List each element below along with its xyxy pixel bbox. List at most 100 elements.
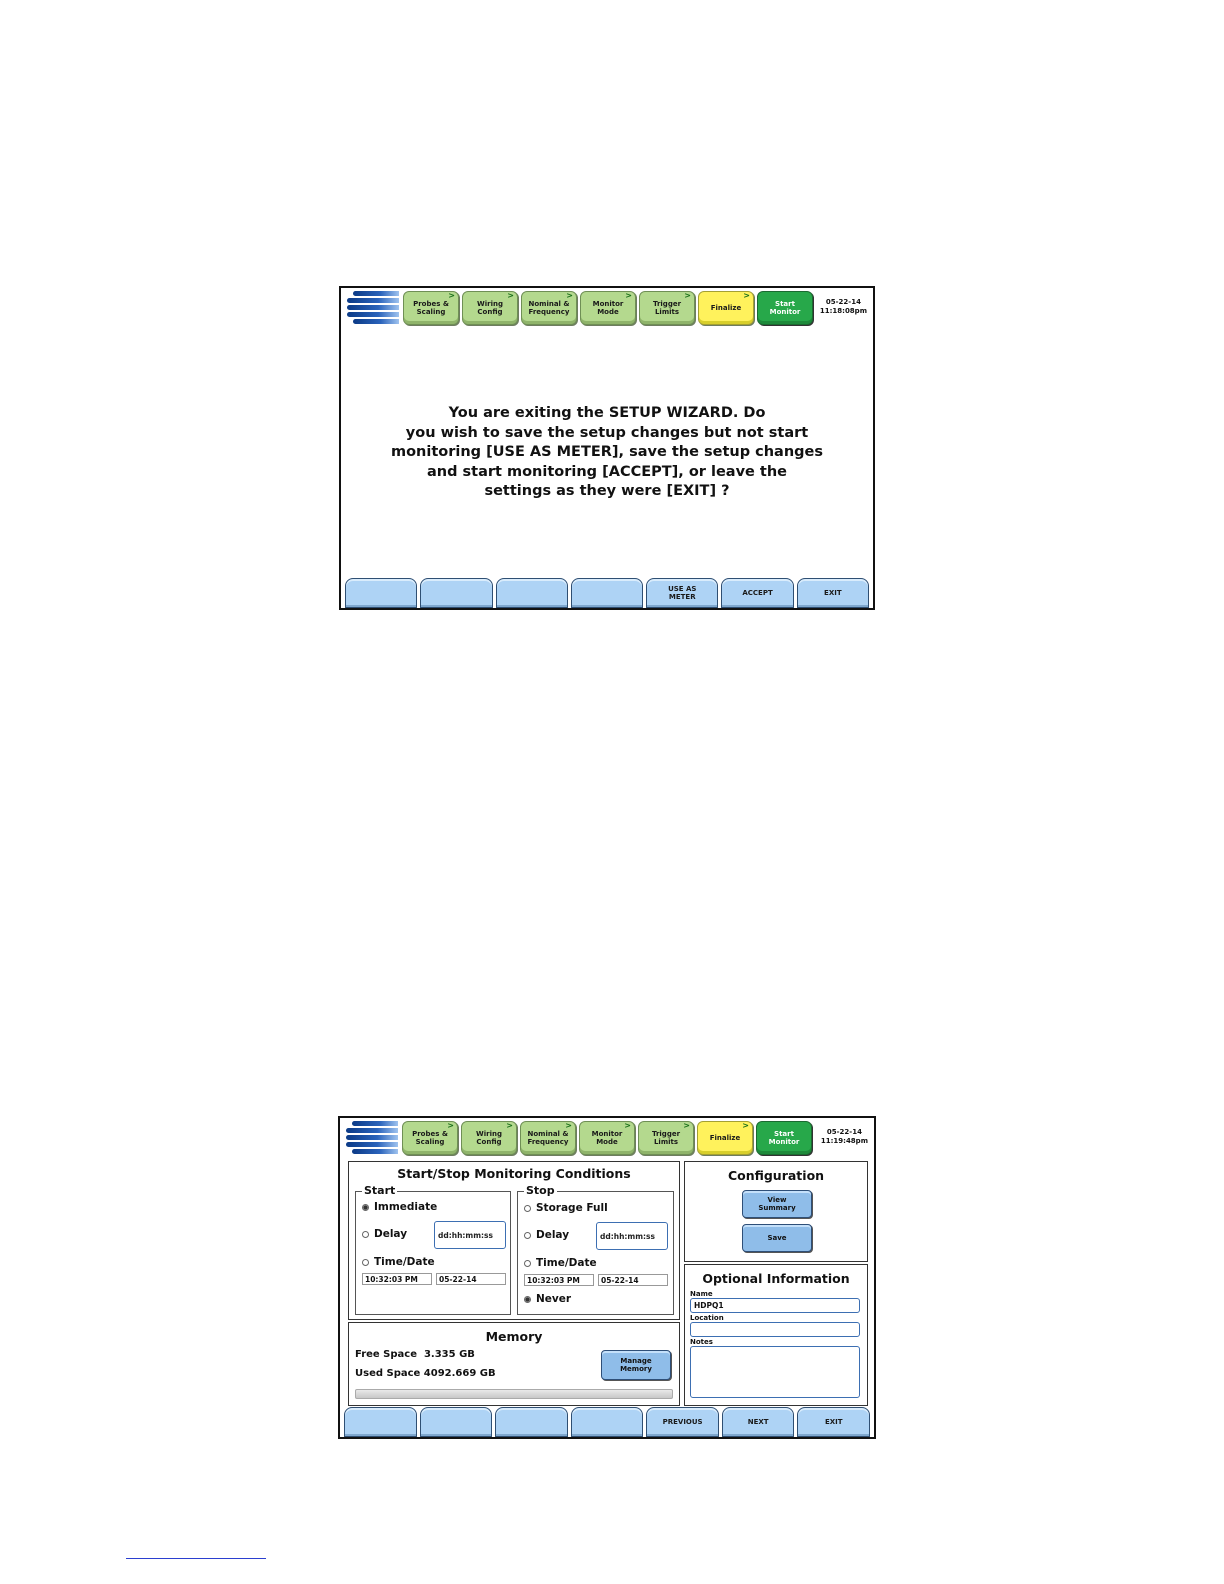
stop-never-option[interactable]: Never [524, 1293, 571, 1305]
tab-wiring-config[interactable]: > Wiring Config [461, 1121, 517, 1155]
start-time-date-option[interactable]: Time/Date [362, 1256, 435, 1268]
radio-selected-icon [362, 1203, 369, 1211]
free-space-value: 3.335 GB [423, 1349, 475, 1360]
chevron-right-icon: > [624, 1121, 631, 1130]
button-label: EXIT [824, 589, 842, 597]
tab-wiring-config[interactable]: > Wiring Config [462, 291, 518, 325]
tab-label: Wiring Config [476, 1130, 502, 1146]
stop-time-field[interactable]: 10:32:03 PM [524, 1274, 594, 1286]
exit-button[interactable]: EXIT [797, 1407, 871, 1437]
button-label: NEXT [747, 1418, 769, 1426]
tab-trigger-limits[interactable]: > Trigger Limits [638, 1121, 694, 1155]
tab-probes-scaling[interactable]: > Probes & Scaling [402, 1121, 458, 1155]
tab-label: Probes & Scaling [412, 1130, 448, 1146]
tab-monitor-mode[interactable]: > Monitor Mode [580, 291, 636, 325]
memory-usage-bar [355, 1389, 673, 1399]
chevron-right-icon: > [506, 1121, 513, 1130]
tab-label: Nominal & Frequency [527, 1130, 569, 1146]
tab-label: Monitor Mode [592, 300, 624, 316]
notes-field[interactable] [690, 1346, 860, 1398]
tab-nominal-frequency[interactable]: > Nominal & Frequency [521, 291, 577, 325]
tab-start-monitor[interactable]: Start Monitor [757, 291, 813, 325]
next-button[interactable]: NEXT [721, 1407, 795, 1437]
button-label: View Summary [758, 1196, 796, 1212]
location-label: Location [690, 1314, 724, 1322]
tab-label: Probes & Scaling [413, 300, 449, 316]
accept-button[interactable]: ACCEPT [721, 578, 794, 608]
panel-title: Memory [485, 1329, 543, 1344]
stop-delay-option[interactable]: Delay [524, 1229, 569, 1241]
date-text: 05-22-14 [826, 1128, 862, 1136]
save-button[interactable]: Save [742, 1224, 812, 1252]
chevron-right-icon: > [684, 291, 691, 300]
button-label: Save [767, 1234, 787, 1242]
field-value: 10:32:03 PM [527, 1276, 580, 1285]
tab-label: Finalize [710, 304, 742, 312]
stop-storage-full-option[interactable]: Storage Full [524, 1202, 608, 1214]
free-space-label: Free Space [355, 1349, 417, 1360]
stop-delay-input[interactable]: dd:hh:mm:ss [596, 1222, 668, 1250]
field-value: 10:32:03 PM [365, 1275, 418, 1284]
wizard-tabs: > Probes & Scaling > Wiring Config > Nomina… [402, 1121, 812, 1157]
option-label: Never [536, 1293, 572, 1305]
start-delay-input[interactable]: dd:hh:mm:ss [434, 1221, 506, 1249]
used-space-text: Used Space 4092.669 GB [355, 1368, 496, 1379]
chevron-right-icon: > [448, 291, 455, 300]
option-label: Delay [536, 1229, 570, 1241]
name-field[interactable]: HDPQ1 [690, 1298, 860, 1313]
date-time-display: 05-22-14 11:18:08pm [820, 298, 867, 316]
function-button-bar: PREVIOUS NEXT EXIT [340, 1403, 874, 1437]
function-button-2[interactable] [420, 578, 493, 608]
tab-finalize[interactable]: > Finalize [697, 1121, 753, 1155]
chevron-right-icon: > [447, 1121, 454, 1130]
input-placeholder: dd:hh:mm:ss [438, 1230, 493, 1240]
button-label: EXIT [824, 1418, 843, 1426]
exit-button[interactable]: EXIT [796, 578, 869, 608]
function-button-3[interactable] [495, 1407, 568, 1437]
previous-button[interactable]: PREVIOUS [646, 1407, 719, 1437]
panel-title: Configuration [727, 1168, 825, 1183]
stop-time-date-option[interactable]: Time/Date [524, 1257, 597, 1269]
dranetz-logo [347, 291, 399, 327]
tab-label: Finalize [709, 1134, 741, 1142]
time-text: 11:19:48pm [820, 1137, 868, 1145]
function-button-2[interactable] [419, 1407, 493, 1437]
tab-trigger-limits[interactable]: > Trigger Limits [639, 291, 695, 325]
tab-probes-scaling[interactable]: > Probes & Scaling [403, 291, 459, 325]
radio-icon [362, 1230, 369, 1238]
function-button-1[interactable] [345, 578, 418, 608]
function-button-4[interactable] [570, 1407, 644, 1437]
start-delay-option[interactable]: Delay [362, 1228, 407, 1240]
tab-finalize[interactable]: > Finalize [698, 291, 754, 325]
used-space-value: 4092.669 GB [423, 1368, 496, 1379]
tab-nominal-frequency[interactable]: > Nominal & Frequency [520, 1121, 576, 1155]
exit-wizard-message: You are exiting the SETUP WIZARD. Do you… [381, 404, 833, 502]
view-summary-button[interactable]: View Summary [742, 1190, 812, 1218]
date-text: 05-22-14 [825, 298, 861, 306]
start-immediate-option[interactable]: Immediate [362, 1201, 437, 1213]
free-space-text: Free Space 3.335 GB [355, 1349, 475, 1360]
tab-label: Start Monitor [768, 1130, 800, 1146]
manage-memory-button[interactable]: Manage Memory [601, 1350, 671, 1380]
tab-label: Nominal & Frequency [528, 300, 570, 316]
start-time-field[interactable]: 10:32:03 PM [362, 1273, 432, 1285]
finalize-screen: > Probes & Scaling > Wiring Config > Nomina… [338, 1116, 876, 1439]
radio-icon [524, 1204, 531, 1212]
radio-icon [362, 1258, 369, 1266]
chevron-right-icon: > [565, 1121, 572, 1130]
date-time-display: 05-22-14 11:19:48pm [821, 1128, 868, 1146]
button-label: Manage Memory [620, 1357, 652, 1373]
tab-start-monitor[interactable]: Start Monitor [756, 1121, 812, 1155]
message-line: monitoring [USE AS METER], save the setu… [390, 444, 824, 460]
button-label: USE AS METER [668, 585, 697, 601]
function-button-1[interactable] [344, 1407, 417, 1437]
start-date-field[interactable]: 05-22-14 [436, 1273, 506, 1285]
location-field[interactable] [690, 1322, 860, 1337]
tab-monitor-mode[interactable]: > Monitor Mode [579, 1121, 635, 1155]
use-as-meter-button[interactable]: USE AS METER [646, 578, 719, 608]
function-button-4[interactable] [570, 578, 644, 608]
function-button-3[interactable] [495, 578, 568, 608]
optional-information-panel: Optional Information Name HDPQ1 Location… [684, 1264, 868, 1406]
tab-label: Start Monitor [769, 300, 801, 316]
stop-date-field[interactable]: 05-22-14 [598, 1274, 668, 1286]
